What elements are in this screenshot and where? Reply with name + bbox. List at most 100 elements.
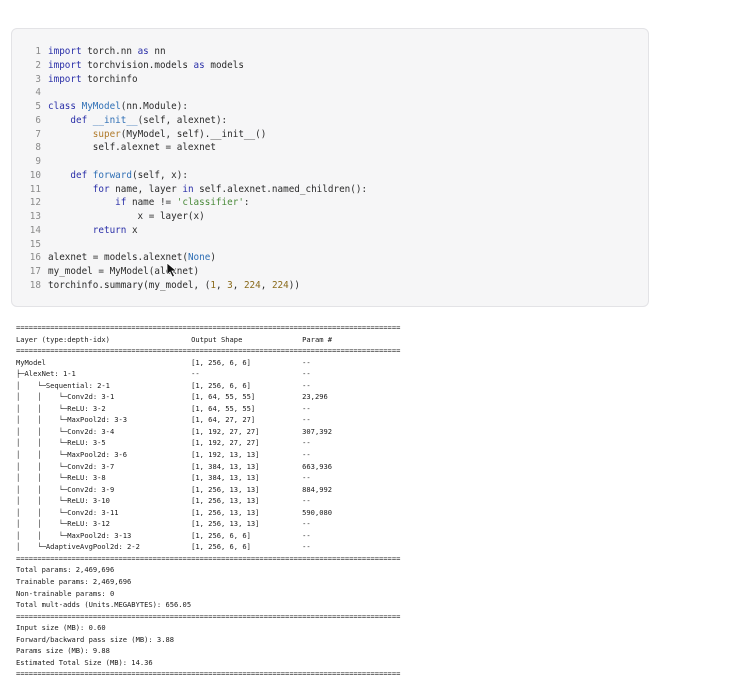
output-line: │ │ └─MaxPool2d: 3-13 [1, 256, 6, 6] -- (16, 530, 311, 540)
code-token: name, layer (109, 183, 183, 195)
output-line: │ │ └─Conv2d: 3-9 [1, 256, 13, 13] 884,9… (16, 484, 333, 494)
code-token: name != (126, 197, 177, 209)
output-line: Params size (MB): 9.88 (16, 646, 110, 656)
line-number: 10 (29, 169, 41, 181)
separator-line: ========================================… (16, 611, 401, 621)
code-line[interactable]: 8 self.alexnet = alexnet (12, 141, 216, 155)
line-number: 7 (35, 128, 41, 140)
code-token: import (48, 73, 82, 85)
line-number: 14 (29, 224, 41, 236)
output-line: │ │ └─Conv2d: 3-11 [1, 256, 13, 13] 590,… (16, 507, 333, 517)
code-token: as (137, 46, 149, 57)
code-line[interactable]: 2 import torchvision.models as models (12, 59, 244, 73)
code-line[interactable]: 12 if name != 'classifier': (12, 196, 250, 210)
code-token: 224 (243, 279, 261, 291)
code-line[interactable]: 1 import torch.nn as nn (12, 45, 166, 59)
line-number: 12 (29, 197, 41, 209)
output-line: Input size (MB): 0.60 (16, 623, 106, 633)
output-line: │ │ └─MaxPool2d: 3-6 [1, 192, 13, 13] -- (16, 450, 311, 460)
output-line: Non-trainable params: 0 (16, 588, 115, 598)
code-line[interactable]: 14 return x (12, 224, 138, 238)
line-number: 4 (35, 87, 41, 99)
code-token: torchinfo.summary(my_model, ( (48, 279, 211, 291)
code-token: import (48, 46, 82, 57)
output-line: │ │ └─ReLU: 3-12 [1, 256, 13, 13] -- (16, 519, 311, 529)
output-line: Total mult-adds (Units.MEGABYTES): 656.0… (16, 600, 192, 610)
code-token: forward (92, 169, 132, 181)
code-token: x = layer(x) (48, 211, 205, 222)
code-token: super (92, 128, 121, 140)
output-line: Estimated Total Size (MB): 14.36 (16, 657, 153, 667)
line-number: 17 (29, 266, 41, 277)
code-token: in (182, 183, 194, 195)
code-token: 'classifier' (176, 197, 244, 209)
code-token: nn (148, 46, 166, 57)
output-line: │ │ └─ReLU: 3-8 [1, 384, 13, 13] -- (16, 473, 311, 483)
arrow-cursor-icon (166, 262, 178, 278)
code-line[interactable]: 9 (12, 155, 48, 169)
code-line[interactable]: 3 import torchinfo (12, 73, 137, 87)
code-line[interactable]: 15 (12, 238, 48, 252)
code-line[interactable]: 7 super(MyModel, self).__init__() (12, 128, 266, 142)
separator-line: ========================================… (16, 669, 401, 679)
code-token: self.alexnet.named_children(): (193, 183, 368, 195)
line-number: 11 (29, 183, 41, 195)
code-token: (self, x): (131, 169, 188, 181)
line-number: 2 (35, 59, 41, 71)
code-token: class (48, 101, 76, 112)
code-cell[interactable]: 1 import torch.nn as nn 2 import torchvisio… (11, 28, 649, 307)
output-line: │ └─Sequential: 2-1 [1, 256, 6, 6] -- (16, 380, 311, 390)
code-line[interactable]: 10 def forward(self, x): (12, 169, 188, 183)
line-number: 16 (29, 252, 41, 264)
code-token: return (92, 224, 127, 236)
code-line[interactable]: 4 (12, 86, 48, 100)
code-line[interactable]: 11 for name, layer in self.alexnet.named… (12, 183, 367, 197)
output-line: Total params: 2,469,696 (16, 565, 115, 575)
separator-line: ========================================… (16, 553, 401, 563)
code-line[interactable]: 5 class MyModel(nn.Module): (12, 100, 188, 114)
code-token: for (92, 183, 110, 195)
code-line[interactable]: 16 alexnet = models.alexnet(None) (12, 251, 216, 265)
line-number: 3 (35, 73, 41, 85)
code-token: (MyModel, self).__init__() (120, 128, 267, 140)
code-token: )) (288, 279, 300, 291)
output-line: │ │ └─ReLU: 3-2 [1, 64, 55, 55] -- (16, 403, 311, 413)
code-token: def (70, 169, 88, 181)
line-number: 6 (35, 114, 41, 126)
code-token: torch.nn (81, 46, 138, 57)
code-token: import (48, 59, 82, 71)
line-number: 15 (29, 238, 41, 250)
code-token: torchvision.models (81, 59, 194, 71)
output-line: │ └─AdaptiveAvgPool2d: 2-2 [1, 256, 6, 6… (16, 542, 311, 552)
code-token: , (215, 279, 228, 291)
code-line[interactable]: 18 torchinfo.summary(my_model, (1, 3, 224… (12, 279, 300, 293)
separator-line: ========================================… (16, 346, 401, 356)
code-token: 224 (271, 279, 289, 291)
line-number: 1 (35, 46, 41, 57)
code-token: , (232, 279, 244, 291)
code-token: (self, alexnet): (137, 114, 228, 126)
separator-line: ========================================… (16, 323, 401, 332)
code-token: x (126, 224, 138, 236)
output-line: │ │ └─ReLU: 3-10 [1, 256, 13, 13] -- (16, 496, 311, 506)
output-line: Trainable params: 2,469,696 (16, 577, 132, 587)
code-line[interactable]: 13 x = layer(x) (12, 210, 205, 224)
code-token: __init__ (92, 114, 138, 126)
code-line[interactable]: 6 def __init__(self, alexnet): (12, 114, 227, 128)
line-number: 5 (35, 101, 41, 112)
code-token: def (70, 114, 88, 126)
output-line: │ │ └─Conv2d: 3-7 [1, 384, 13, 13] 663,9… (16, 461, 333, 471)
code-token: as (193, 59, 205, 71)
code-token: self.alexnet = alexnet (48, 142, 216, 154)
code-token: if (115, 197, 127, 209)
output-line: │ │ └─ReLU: 3-5 [1, 192, 27, 27] -- (16, 438, 311, 448)
code-token: MyModel (81, 101, 121, 112)
output-line: MyModel [1, 256, 6, 6] -- (16, 357, 311, 367)
code-token: : (243, 197, 250, 209)
